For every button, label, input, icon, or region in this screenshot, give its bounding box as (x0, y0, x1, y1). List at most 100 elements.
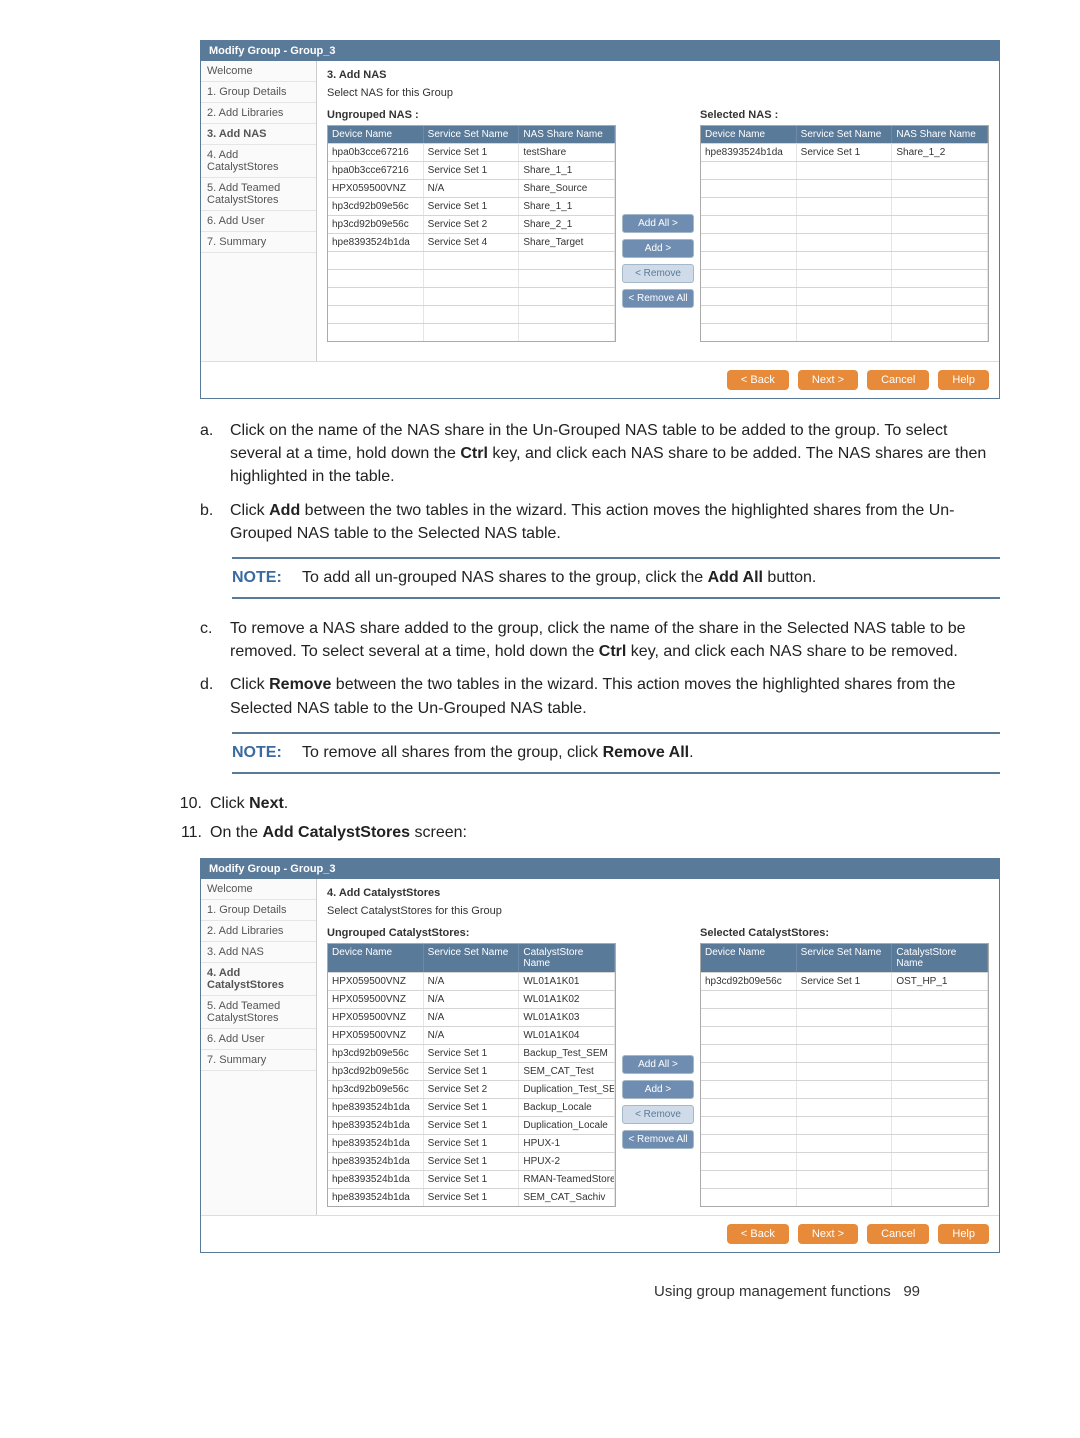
column-header[interactable]: CatalystStore Name (519, 944, 615, 972)
table-row[interactable]: HPX059500VNZN/AWL01A1K03 (328, 1008, 615, 1026)
table-row[interactable] (701, 1188, 988, 1206)
table-row[interactable] (701, 305, 988, 323)
column-header[interactable]: Device Name (328, 944, 424, 972)
remove-button[interactable]: < Remove (622, 264, 694, 283)
table-row[interactable]: hp3cd92b09e56cService Set 1SEM_CAT_Test (328, 1062, 615, 1080)
table-row[interactable] (328, 251, 615, 269)
table-row[interactable] (701, 1098, 988, 1116)
back-button[interactable]: < Back (727, 1224, 789, 1244)
sidebar-item[interactable]: 7. Summary (201, 1050, 316, 1071)
sidebar-item[interactable]: 6. Add User (201, 1029, 316, 1050)
column-header[interactable]: Service Set Name (424, 944, 520, 972)
table-row[interactable] (701, 233, 988, 251)
remove-all-button[interactable]: < Remove All (622, 289, 694, 308)
column-header[interactable]: Device Name (328, 126, 424, 143)
column-header[interactable]: Service Set Name (797, 126, 893, 143)
table-row[interactable] (701, 1080, 988, 1098)
table-row[interactable] (328, 269, 615, 287)
table-row[interactable]: hpe8393524b1daService Set 1Share_1_2 (701, 143, 988, 161)
sidebar-item[interactable]: 1. Group Details (201, 900, 316, 921)
add-all-button[interactable]: Add All > (622, 1055, 694, 1074)
remove-button[interactable]: < Remove (622, 1105, 694, 1124)
sidebar-item[interactable]: 3. Add NAS (201, 942, 316, 963)
table-row[interactable]: HPX059500VNZN/AShare_Source (328, 179, 615, 197)
table-row[interactable] (701, 1152, 988, 1170)
table-row[interactable] (701, 1134, 988, 1152)
next-button[interactable]: Next > (798, 1224, 858, 1244)
note-text: To add all un-grouped NAS shares to the … (302, 569, 816, 587)
ungrouped-table[interactable]: Device NameService Set NameNAS Share Nam… (327, 125, 616, 342)
table-row[interactable] (701, 1008, 988, 1026)
table-row[interactable] (701, 197, 988, 215)
table-row[interactable]: hp3cd92b09e56cService Set 2Duplication_T… (328, 1080, 615, 1098)
table-row[interactable]: hp3cd92b09e56cService Set 2Share_2_1 (328, 215, 615, 233)
remove-all-button[interactable]: < Remove All (622, 1130, 694, 1149)
table-row[interactable]: hpe8393524b1daService Set 1HPUX-1 (328, 1134, 615, 1152)
table-row[interactable]: hpe8393524b1daService Set 1Duplication_L… (328, 1116, 615, 1134)
table-row[interactable] (701, 1062, 988, 1080)
table-row[interactable]: hpa0b3cce67216Service Set 1Share_1_1 (328, 161, 615, 179)
transfer-buttons: Add All > Add > < Remove < Remove All (622, 109, 694, 342)
table-row[interactable]: HPX059500VNZN/AWL01A1K01 (328, 972, 615, 990)
table-row[interactable] (701, 161, 988, 179)
column-header[interactable]: Service Set Name (797, 944, 893, 972)
column-header[interactable]: CatalystStore Name (892, 944, 988, 972)
table-row[interactable] (701, 287, 988, 305)
table-row[interactable] (701, 323, 988, 341)
instructions-ab: a. Click on the name of the NAS share in… (200, 419, 1000, 774)
sidebar-item[interactable]: 3. Add NAS (201, 124, 316, 145)
table-row[interactable]: hpe8393524b1daService Set 4Share_Target (328, 233, 615, 251)
sidebar-item[interactable]: 2. Add Libraries (201, 103, 316, 124)
sidebar-item[interactable]: 5. Add Teamed CatalystStores (201, 996, 316, 1029)
sidebar-item[interactable]: 2. Add Libraries (201, 921, 316, 942)
table-row[interactable] (701, 1044, 988, 1062)
cancel-button[interactable]: Cancel (867, 370, 929, 390)
column-header[interactable]: Device Name (701, 126, 797, 143)
table-row[interactable]: hp3cd92b09e56cService Set 1Share_1_1 (328, 197, 615, 215)
sidebar-item[interactable]: 6. Add User (201, 211, 316, 232)
table-row[interactable] (328, 323, 615, 341)
table-row[interactable]: hpe8393524b1daService Set 1RMAN-TeamedSt… (328, 1170, 615, 1188)
add-all-button[interactable]: Add All > (622, 214, 694, 233)
column-header[interactable]: NAS Share Name (892, 126, 988, 143)
sidebar-item[interactable]: Welcome (201, 879, 316, 900)
help-button[interactable]: Help (938, 370, 989, 390)
table-row[interactable]: hpa0b3cce67216Service Set 1testShare (328, 143, 615, 161)
sidebar-item[interactable]: 7. Summary (201, 232, 316, 253)
add-button[interactable]: Add > (622, 239, 694, 258)
column-header[interactable]: NAS Share Name (519, 126, 615, 143)
table-row[interactable]: HPX059500VNZN/AWL01A1K02 (328, 990, 615, 1008)
cancel-button[interactable]: Cancel (867, 1224, 929, 1244)
table-row[interactable]: hp3cd92b09e56cService Set 1Backup_Test_S… (328, 1044, 615, 1062)
sidebar-item[interactable]: 1. Group Details (201, 82, 316, 103)
table-row[interactable]: HPX059500VNZN/AWL01A1K04 (328, 1026, 615, 1044)
marker-10: 10. (170, 792, 210, 815)
selected-table[interactable]: Device NameService Set NameCatalystStore… (700, 943, 989, 1207)
help-button[interactable]: Help (938, 1224, 989, 1244)
table-row[interactable] (701, 1026, 988, 1044)
table-row[interactable] (328, 287, 615, 305)
table-row[interactable] (701, 1170, 988, 1188)
table-row[interactable] (701, 215, 988, 233)
table-row[interactable]: hpe8393524b1daService Set 1HPUX-2 (328, 1152, 615, 1170)
table-row[interactable]: hpe8393524b1daService Set 1Backup_Locale (328, 1098, 615, 1116)
sidebar-item[interactable]: 4. Add CatalystStores (201, 963, 316, 996)
next-button[interactable]: Next > (798, 370, 858, 390)
sidebar-item[interactable]: 4. Add CatalystStores (201, 145, 316, 178)
table-row[interactable] (701, 1116, 988, 1134)
back-button[interactable]: < Back (727, 370, 789, 390)
table-row[interactable] (701, 269, 988, 287)
sidebar-item[interactable]: 5. Add Teamed CatalystStores (201, 178, 316, 211)
table-row[interactable]: hpe8393524b1daService Set 1SEM_CAT_Sachi… (328, 1188, 615, 1206)
sidebar-item[interactable]: Welcome (201, 61, 316, 82)
table-row[interactable] (701, 179, 988, 197)
ungrouped-table[interactable]: Device NameService Set NameCatalystStore… (327, 943, 616, 1207)
add-button[interactable]: Add > (622, 1080, 694, 1099)
selected-table[interactable]: Device NameService Set NameNAS Share Nam… (700, 125, 989, 342)
table-row[interactable] (701, 990, 988, 1008)
column-header[interactable]: Device Name (701, 944, 797, 972)
table-row[interactable] (701, 251, 988, 269)
column-header[interactable]: Service Set Name (424, 126, 520, 143)
table-row[interactable]: hp3cd92b09e56cService Set 1OST_HP_1 (701, 972, 988, 990)
table-row[interactable] (328, 305, 615, 323)
